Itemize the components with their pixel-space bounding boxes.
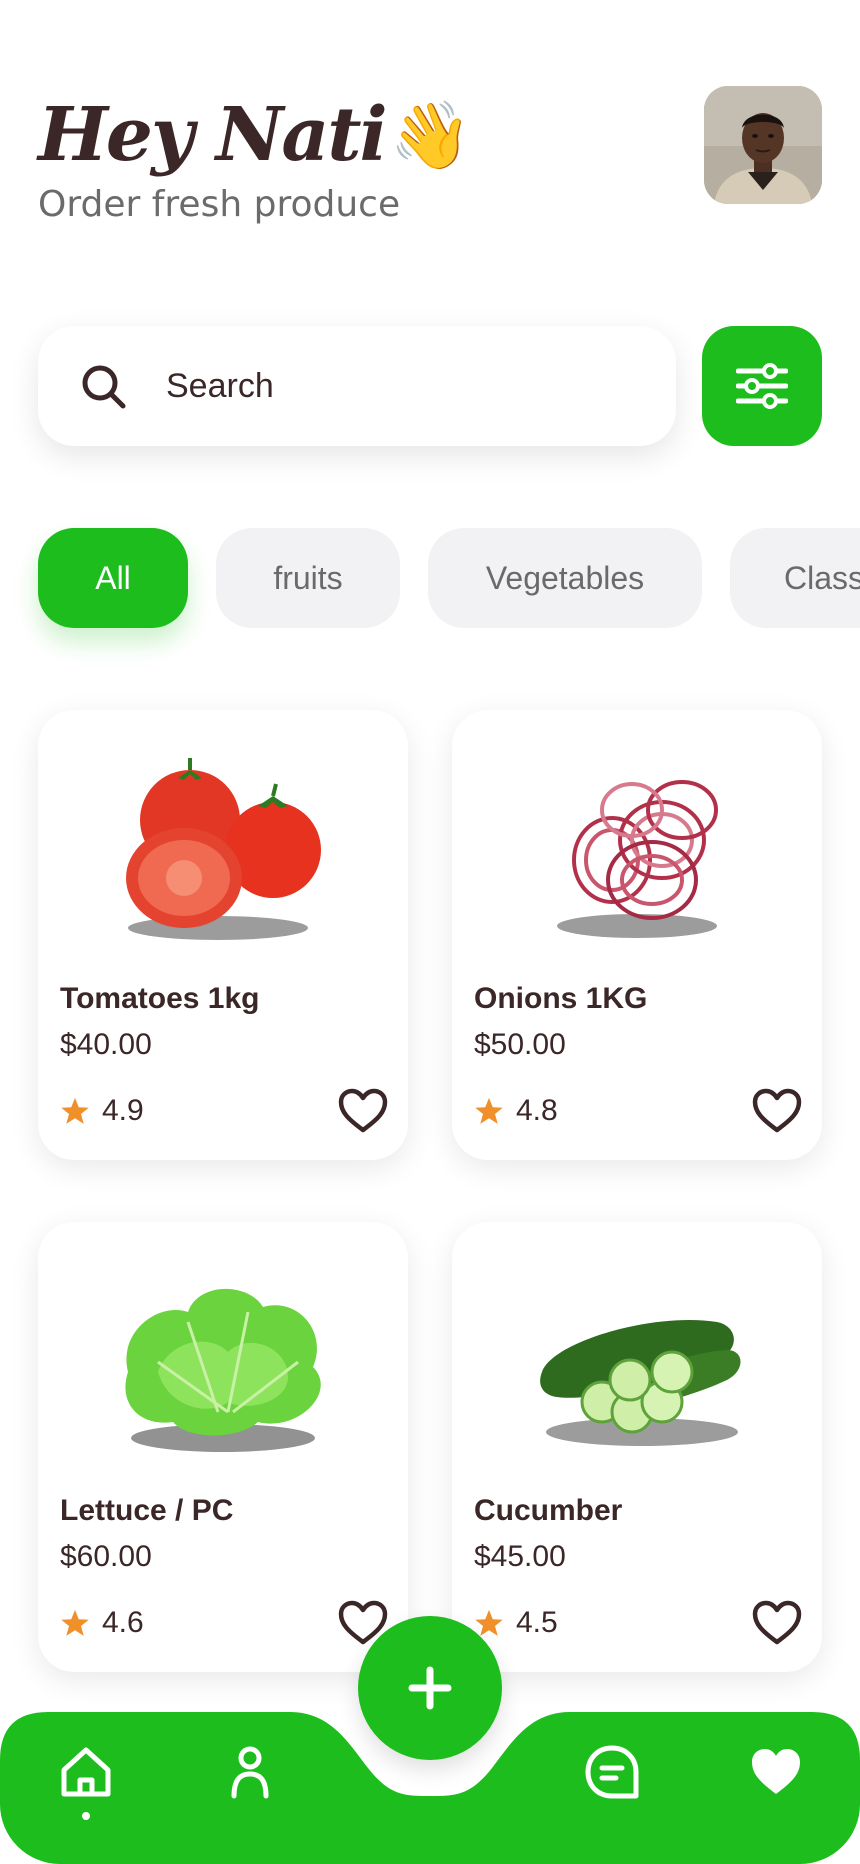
active-nav-indicator bbox=[82, 1812, 90, 1820]
rating-value: 4.9 bbox=[102, 1094, 144, 1127]
search-input[interactable] bbox=[166, 366, 606, 406]
heart-outline-icon[interactable] bbox=[338, 1088, 388, 1134]
category-chip-all[interactable]: All bbox=[38, 528, 188, 628]
category-chip-vegetables[interactable]: Vegetables bbox=[428, 528, 702, 628]
product-rating: 4.5 bbox=[474, 1606, 558, 1640]
product-rating: 4.6 bbox=[60, 1606, 144, 1640]
product-rating: 4.9 bbox=[60, 1094, 144, 1128]
star-icon bbox=[475, 1609, 503, 1636]
star-icon bbox=[61, 1609, 89, 1636]
search-icon bbox=[82, 365, 126, 409]
sliders-icon bbox=[736, 363, 788, 409]
product-price: $60.00 bbox=[60, 1540, 152, 1573]
wave-emoji: 👋 bbox=[389, 98, 472, 172]
lettuce-image bbox=[125, 1288, 321, 1452]
profile-icon[interactable] bbox=[222, 1744, 278, 1800]
tomatoes-image bbox=[126, 758, 321, 940]
star-icon bbox=[475, 1097, 503, 1124]
product-price: $50.00 bbox=[474, 1028, 566, 1061]
product-price: $45.00 bbox=[474, 1540, 566, 1573]
greeting-subtitle: Order fresh produce bbox=[38, 184, 401, 225]
chat-icon[interactable] bbox=[584, 1744, 640, 1800]
product-name: Lettuce / PC bbox=[60, 1494, 234, 1527]
user-avatar-photo bbox=[704, 86, 822, 204]
category-chip-fruits[interactable]: fruits bbox=[216, 528, 400, 628]
product-card-onions[interactable]: Onions 1KG $50.00 4.8 bbox=[452, 710, 822, 1160]
product-price: $40.00 bbox=[60, 1028, 152, 1061]
product-rating: 4.8 bbox=[474, 1094, 558, 1128]
greeting-block: Hey Nati 👋 Order fresh produce bbox=[38, 92, 472, 225]
rating-value: 4.5 bbox=[516, 1606, 558, 1639]
avatar[interactable] bbox=[704, 86, 822, 204]
home-icon[interactable] bbox=[58, 1744, 114, 1800]
add-button[interactable] bbox=[358, 1616, 502, 1760]
plus-icon bbox=[408, 1666, 452, 1710]
cucumber-image bbox=[540, 1320, 741, 1446]
favorites-icon[interactable] bbox=[748, 1744, 804, 1800]
app-screen: Hey Nati 👋 Order fresh produce Search Al… bbox=[0, 0, 860, 1864]
product-card-lettuce[interactable]: Lettuce / PC $60.00 4.6 bbox=[38, 1222, 408, 1672]
product-name: Tomatoes 1kg bbox=[60, 982, 260, 1015]
greeting-title: Hey Nati bbox=[38, 92, 388, 178]
product-card-cucumber[interactable]: Cucumber $45.00 4.5 bbox=[452, 1222, 822, 1672]
category-chip-class[interactable]: Class bbox=[730, 528, 860, 628]
filter-button[interactable] bbox=[702, 326, 822, 446]
product-name: Onions 1KG bbox=[474, 982, 648, 1015]
rating-value: 4.8 bbox=[516, 1094, 558, 1127]
star-icon bbox=[61, 1097, 89, 1124]
rating-value: 4.6 bbox=[102, 1606, 144, 1639]
heart-outline-icon[interactable] bbox=[752, 1600, 802, 1646]
category-chips: All fruits Vegetables Class bbox=[38, 528, 860, 628]
product-name: Cucumber bbox=[474, 1494, 623, 1527]
product-card-tomatoes[interactable]: Tomatoes 1kg $40.00 4.9 bbox=[38, 710, 408, 1160]
search-bar[interactable] bbox=[38, 326, 676, 446]
heart-outline-icon[interactable] bbox=[752, 1088, 802, 1134]
onions-image bbox=[557, 780, 718, 938]
